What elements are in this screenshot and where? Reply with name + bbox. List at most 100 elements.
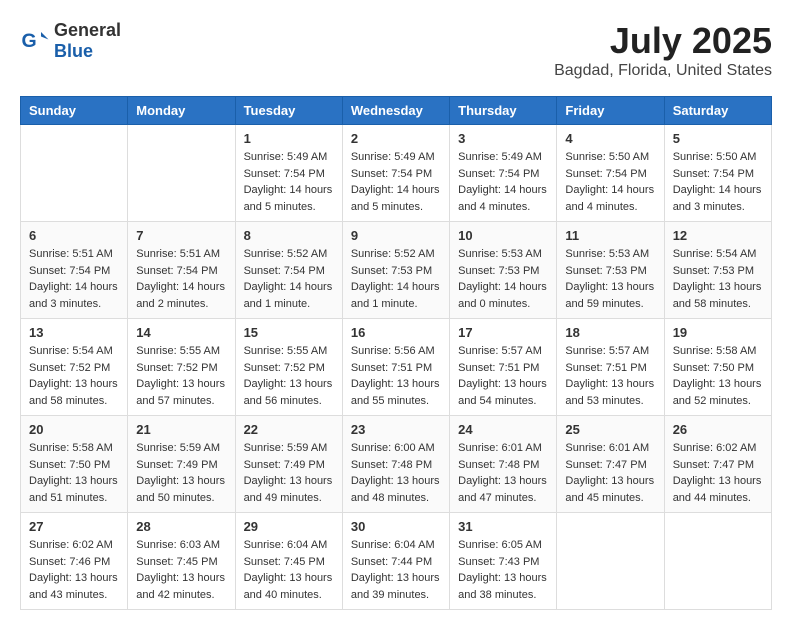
day-info: Sunrise: 6:01 AMSunset: 7:48 PMDaylight:… [458,440,548,506]
day-number: 28 [136,519,226,534]
day-info: Sunrise: 5:59 AMSunset: 7:49 PMDaylight:… [244,440,334,506]
day-number: 3 [458,131,548,146]
calendar-week-row: 27 Sunrise: 6:02 AMSunset: 7:46 PMDayligh… [21,513,772,610]
calendar-cell: 17 Sunrise: 5:57 AMSunset: 7:51 PMDayligh… [450,319,557,416]
day-number: 8 [244,228,334,243]
calendar-week-row: 6 Sunrise: 5:51 AMSunset: 7:54 PMDaylight… [21,222,772,319]
calendar-cell: 22 Sunrise: 5:59 AMSunset: 7:49 PMDayligh… [235,416,342,513]
day-number: 21 [136,422,226,437]
calendar-cell: 15 Sunrise: 5:55 AMSunset: 7:52 PMDayligh… [235,319,342,416]
weekday-header-wednesday: Wednesday [342,97,449,125]
month-year-title: July 2025 [554,20,772,62]
day-info: Sunrise: 6:05 AMSunset: 7:43 PMDaylight:… [458,537,548,603]
calendar-cell: 25Sunrise: 6:01 AMSunset: 7:47 PMDayligh… [557,416,664,513]
weekday-header-tuesday: Tuesday [235,97,342,125]
calendar-table: SundayMondayTuesdayWednesdayThursdayFrid… [20,96,772,610]
day-number: 14 [136,325,226,340]
calendar-cell: 2 Sunrise: 5:49 AMSunset: 7:54 PMDaylight… [342,125,449,222]
logo-blue-text: Blue [54,41,121,62]
day-number: 30 [351,519,441,534]
calendar-cell: 27 Sunrise: 6:02 AMSunset: 7:46 PMDayligh… [21,513,128,610]
day-number: 26 [673,422,763,437]
day-number: 1 [244,131,334,146]
calendar-week-row: 20Sunrise: 5:58 AMSunset: 7:50 PMDayligh… [21,416,772,513]
calendar-cell: 3Sunrise: 5:49 AMSunset: 7:54 PMDaylight… [450,125,557,222]
day-info: Sunrise: 5:49 AMSunset: 7:54 PMDaylight:… [244,149,334,215]
location-subtitle: Bagdad, Florida, United States [554,62,772,80]
day-number: 4 [565,131,655,146]
calendar-cell: 4Sunrise: 5:50 AMSunset: 7:54 PMDaylight… [557,125,664,222]
calendar-cell: 20Sunrise: 5:58 AMSunset: 7:50 PMDayligh… [21,416,128,513]
day-info: Sunrise: 6:02 AMSunset: 7:46 PMDaylight:… [29,537,119,603]
day-info: Sunrise: 5:56 AMSunset: 7:51 PMDaylight:… [351,343,441,409]
calendar-cell [128,125,235,222]
calendar-cell: 11 Sunrise: 5:53 AMSunset: 7:53 PMDayligh… [557,222,664,319]
day-info: Sunrise: 5:58 AMSunset: 7:50 PMDaylight:… [29,440,119,506]
day-info: Sunrise: 5:53 AMSunset: 7:53 PMDaylight:… [458,246,548,312]
day-info: Sunrise: 5:49 AMSunset: 7:54 PMDaylight:… [351,149,441,215]
svg-text:G: G [22,30,37,52]
calendar-cell: 16Sunrise: 5:56 AMSunset: 7:51 PMDayligh… [342,319,449,416]
calendar-cell [557,513,664,610]
logo: G General Blue [20,20,121,62]
day-info: Sunrise: 5:58 AMSunset: 7:50 PMDaylight:… [673,343,763,409]
calendar-week-row: 1 Sunrise: 5:49 AMSunset: 7:54 PMDaylight… [21,125,772,222]
day-number: 29 [244,519,334,534]
day-number: 12 [673,228,763,243]
day-info: Sunrise: 5:54 AMSunset: 7:53 PMDaylight:… [673,246,763,312]
weekday-header-sunday: Sunday [21,97,128,125]
calendar-cell: 12 Sunrise: 5:54 AMSunset: 7:53 PMDayligh… [664,222,771,319]
calendar-week-row: 13Sunrise: 5:54 AMSunset: 7:52 PMDayligh… [21,319,772,416]
calendar-cell: 8 Sunrise: 5:52 AMSunset: 7:54 PMDaylight… [235,222,342,319]
calendar-cell: 13Sunrise: 5:54 AMSunset: 7:52 PMDayligh… [21,319,128,416]
day-number: 6 [29,228,119,243]
page-header: G General Blue July 2025 Bagdad, Florida… [20,20,772,80]
day-info: Sunrise: 6:04 AMSunset: 7:44 PMDaylight:… [351,537,441,603]
day-number: 5 [673,131,763,146]
day-info: Sunrise: 6:01 AMSunset: 7:47 PMDaylight:… [565,440,655,506]
calendar-cell: 10 Sunrise: 5:53 AMSunset: 7:53 PMDayligh… [450,222,557,319]
calendar-cell: 18 Sunrise: 5:57 AMSunset: 7:51 PMDayligh… [557,319,664,416]
day-number: 17 [458,325,548,340]
day-number: 22 [244,422,334,437]
day-info: Sunrise: 5:53 AMSunset: 7:53 PMDaylight:… [565,246,655,312]
calendar-cell [664,513,771,610]
calendar-cell: 31 Sunrise: 6:05 AMSunset: 7:43 PMDayligh… [450,513,557,610]
day-number: 31 [458,519,548,534]
day-info: Sunrise: 5:52 AMSunset: 7:54 PMDaylight:… [244,246,334,312]
logo-icon: G [20,26,50,56]
day-info: Sunrise: 5:55 AMSunset: 7:52 PMDaylight:… [136,343,226,409]
calendar-cell: 7Sunrise: 5:51 AMSunset: 7:54 PMDaylight… [128,222,235,319]
day-info: Sunrise: 5:52 AMSunset: 7:53 PMDaylight:… [351,246,441,312]
day-info: Sunrise: 5:59 AMSunset: 7:49 PMDaylight:… [136,440,226,506]
title-block: July 2025 Bagdad, Florida, United States [554,20,772,80]
weekday-header-thursday: Thursday [450,97,557,125]
calendar-cell: 28 Sunrise: 6:03 AMSunset: 7:45 PMDayligh… [128,513,235,610]
day-number: 11 [565,228,655,243]
calendar-cell: 5Sunrise: 5:50 AMSunset: 7:54 PMDaylight… [664,125,771,222]
calendar-header-row: SundayMondayTuesdayWednesdayThursdayFrid… [21,97,772,125]
logo-general-text: General [54,20,121,41]
day-number: 10 [458,228,548,243]
day-info: Sunrise: 6:02 AMSunset: 7:47 PMDaylight:… [673,440,763,506]
calendar-cell: 21 Sunrise: 5:59 AMSunset: 7:49 PMDayligh… [128,416,235,513]
calendar-cell: 29 Sunrise: 6:04 AMSunset: 7:45 PMDayligh… [235,513,342,610]
day-info: Sunrise: 5:57 AMSunset: 7:51 PMDaylight:… [458,343,548,409]
day-info: Sunrise: 6:04 AMSunset: 7:45 PMDaylight:… [244,537,334,603]
day-number: 18 [565,325,655,340]
day-number: 13 [29,325,119,340]
day-number: 23 [351,422,441,437]
day-info: Sunrise: 5:57 AMSunset: 7:51 PMDaylight:… [565,343,655,409]
day-number: 27 [29,519,119,534]
day-number: 24 [458,422,548,437]
day-info: Sunrise: 5:55 AMSunset: 7:52 PMDaylight:… [244,343,334,409]
day-info: Sunrise: 5:51 AMSunset: 7:54 PMDaylight:… [136,246,226,312]
calendar-cell: 23Sunrise: 6:00 AMSunset: 7:48 PMDayligh… [342,416,449,513]
weekday-header-monday: Monday [128,97,235,125]
calendar-cell: 30 Sunrise: 6:04 AMSunset: 7:44 PMDayligh… [342,513,449,610]
day-number: 2 [351,131,441,146]
day-number: 15 [244,325,334,340]
day-info: Sunrise: 6:03 AMSunset: 7:45 PMDaylight:… [136,537,226,603]
calendar-cell: 1 Sunrise: 5:49 AMSunset: 7:54 PMDaylight… [235,125,342,222]
calendar-cell: 6Sunrise: 5:51 AMSunset: 7:54 PMDaylight… [21,222,128,319]
